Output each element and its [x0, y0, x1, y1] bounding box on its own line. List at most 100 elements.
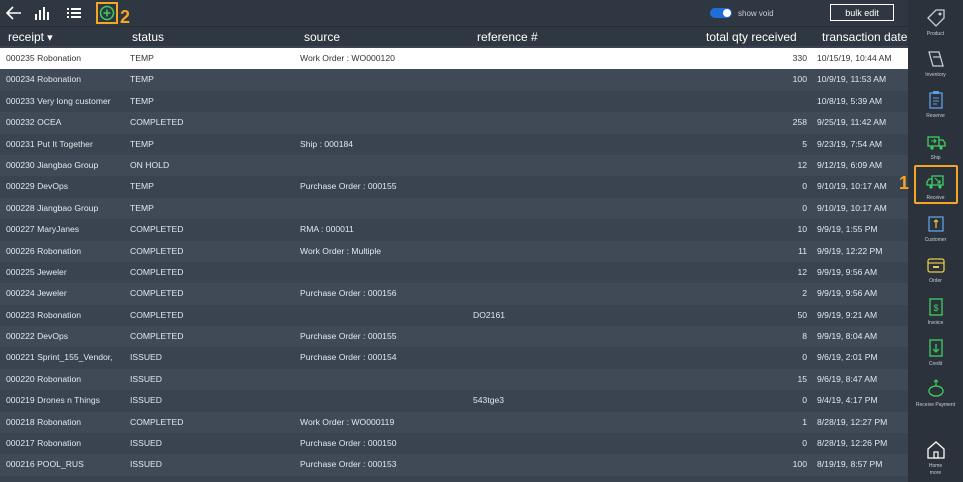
sidebar-item-inventory[interactable]: Inventory	[908, 44, 963, 85]
receive-highlight-box	[914, 165, 958, 204]
list-icon[interactable]	[64, 3, 84, 23]
cell-receipt: 000218 Robonation	[6, 416, 82, 427]
cell-source: Work Order : Multiple	[300, 245, 382, 256]
toggle-switch[interactable]	[710, 8, 732, 18]
column-header-receipt[interactable]: receipt	[8, 30, 53, 44]
table-row[interactable]: 000231 Put It Together TEMP Ship : 000184 5…	[0, 133, 908, 155]
table-row[interactable]: 000218 Robonation COMPLETED Work Order : W…	[0, 411, 908, 434]
column-header-source[interactable]: source	[304, 30, 340, 44]
table-row[interactable]: 000219 Drones n Things ISSUED 543tge3 0 9/4/…	[0, 390, 908, 412]
table-row[interactable]: 000232 OCEA COMPLETED 258 9/25/19, 11:42 AM	[0, 112, 908, 134]
cell-receipt: 000219 Drones n Things	[6, 395, 100, 406]
table-row[interactable]: 000223 Robonation COMPLETED DO2161 50 9/9/19…	[0, 304, 908, 327]
sidebar-item-customer[interactable]: Customer	[908, 209, 963, 250]
cell-transaction-date: 9/9/19, 8:04 AM	[817, 331, 878, 342]
cell-receipt: 000229 DevOps	[6, 181, 69, 192]
table-row[interactable]: 000233 Very long customer TEMP 10/8/19, 5:…	[0, 90, 908, 113]
column-header-total-qty[interactable]: total qty received	[706, 30, 797, 44]
cell-source: Purchase Order : 000153	[300, 459, 397, 470]
cell-transaction-date: 9/6/19, 2:01 PM	[817, 352, 878, 363]
back-arrow-icon[interactable]	[4, 3, 24, 23]
table-row[interactable]: 000235 Robonation TEMP Work Order : WO0001…	[0, 48, 908, 70]
table-row[interactable]: 000225 Jeweler COMPLETED 12 9/9/19, 9:56 AM	[0, 261, 908, 284]
cell-transaction-date: 9/9/19, 1:55 PM	[817, 224, 878, 235]
table-row[interactable]: 000220 Robonation ISSUED 15 9/6/19, 8:47 AM	[0, 368, 908, 391]
cell-status: ON HOLD	[130, 159, 170, 170]
sidebar-item-label: Receive Payment	[915, 402, 956, 408]
invoice-dollar-icon: $	[925, 296, 947, 318]
sidebar-item-order[interactable]: Order	[908, 250, 963, 291]
cell-status: COMPLETED	[130, 309, 184, 320]
cell-receipt: 000222 DevOps	[6, 331, 69, 342]
cell-total-qty: 5	[802, 138, 807, 149]
sidebar-item-product[interactable]: Product	[908, 3, 963, 44]
right-sidebar: Product Inventory Reserve Ship Receive Custom…	[908, 0, 963, 482]
receive-payment-icon	[925, 378, 947, 400]
cell-transaction-date: 9/4/19, 4:17 PM	[817, 395, 878, 406]
table-row[interactable]: 000217 Robonation ISSUED Purchase Order : …	[0, 433, 908, 455]
cell-receipt: 000216 POOL_RUS	[6, 459, 84, 470]
cell-total-qty: 1	[802, 416, 807, 427]
cell-receipt: 000223 Robonation	[6, 309, 82, 320]
sidebar-item-credit[interactable]: Credit	[908, 333, 963, 374]
cell-total-qty: 15	[797, 373, 807, 384]
cell-status: ISSUED	[130, 459, 162, 470]
cell-receipt: 000225 Jeweler	[6, 266, 67, 277]
cell-transaction-date: 9/9/19, 9:56 AM	[817, 266, 878, 277]
cell-status: TEMP	[130, 95, 154, 106]
table-row[interactable]: 000222 DevOps COMPLETED Purchase Order : 0…	[0, 326, 908, 348]
order-box-icon	[925, 254, 947, 276]
table-row[interactable]: 000221 Sprint_155_Vendor, ISSUED Purchase …	[0, 347, 908, 369]
table-row[interactable]: 000224 Jeweler COMPLETED Purchase Order : …	[0, 283, 908, 305]
cell-total-qty: 0	[802, 438, 807, 449]
table-header: receipt status source reference # total …	[0, 26, 908, 46]
customer-icon	[925, 213, 947, 235]
column-header-status[interactable]: status	[132, 30, 164, 44]
sidebar-item-reserve[interactable]: Reserve	[908, 85, 963, 126]
cell-status: COMPLETED	[130, 245, 184, 256]
column-header-transaction-date[interactable]: transaction date	[822, 30, 907, 44]
cell-transaction-date: 10/15/19, 10:44 AM	[817, 53, 892, 63]
step-badge-1: 1	[899, 173, 910, 193]
sidebar-more-label[interactable]: more	[908, 470, 963, 476]
cell-total-qty: 50	[797, 309, 807, 320]
table-row[interactable]: 000228 Jiangbao Group TEMP 0 9/10/19, 10:17…	[0, 197, 908, 220]
cell-status: ISSUED	[130, 395, 162, 406]
table-row[interactable]: 000227 MaryJanes COMPLETED RMA : 000011 10 9…	[0, 219, 908, 241]
cell-source: Work Order : WO000119	[300, 416, 395, 427]
bar-chart-icon[interactable]	[32, 3, 52, 23]
cell-status: TEMP	[130, 138, 154, 149]
show-void-toggle[interactable]: show void	[710, 8, 774, 18]
cell-total-qty: 12	[797, 159, 807, 170]
sidebar-item-label: Customer	[924, 237, 947, 243]
cell-status: TEMP	[130, 53, 154, 63]
cell-total-qty: 2	[802, 288, 807, 299]
receipts-table-body: 000235 Robonation TEMP Work Order : WO0001…	[0, 48, 908, 476]
cell-source: RMA : 000011	[300, 224, 354, 235]
sidebar-item-ship[interactable]: Ship	[908, 127, 963, 168]
cell-total-qty: 0	[802, 181, 807, 192]
cell-transaction-date: 9/25/19, 11:42 AM	[817, 117, 887, 128]
sidebar-item-receive-payment[interactable]: Receive Payment	[908, 374, 963, 415]
table-row[interactable]: 000216 POOL_RUS ISSUED Purchase Order : 00…	[0, 454, 908, 476]
toolbar: 2 show void bulk edit	[0, 0, 908, 26]
cell-transaction-date: 9/6/19, 8:47 AM	[817, 373, 878, 384]
sidebar-item-invoice[interactable]: $ Invoice	[908, 292, 963, 333]
bulk-edit-button[interactable]: bulk edit	[830, 4, 894, 21]
cell-status: TEMP	[130, 74, 154, 85]
sidebar-item-label: Product	[926, 31, 945, 37]
cell-source: Purchase Order : 000154	[300, 352, 397, 363]
cell-transaction-date: 8/28/19, 12:26 PM	[817, 438, 888, 449]
sidebar-item-label: Inventory	[925, 72, 946, 78]
add-circle-icon[interactable]	[96, 2, 118, 24]
column-header-reference[interactable]: reference #	[477, 30, 538, 44]
cell-status: ISSUED	[130, 438, 162, 449]
table-row[interactable]: 000234 Robonation TEMP 100 10/9/19, 11:53 A…	[0, 69, 908, 91]
cell-source: Work Order : WO000120	[300, 53, 395, 63]
home-icon	[925, 439, 947, 461]
table-row[interactable]: 000229 DevOps TEMP Purchase Order : 000155…	[0, 176, 908, 198]
table-row[interactable]: 000226 Robonation COMPLETED Work Order : M…	[0, 240, 908, 262]
cell-status: TEMP	[130, 181, 154, 192]
cell-transaction-date: 9/23/19, 7:54 AM	[817, 138, 882, 149]
table-row[interactable]: 000230 Jiangbao Group ON HOLD 12 9/12/19, 6…	[0, 154, 908, 177]
